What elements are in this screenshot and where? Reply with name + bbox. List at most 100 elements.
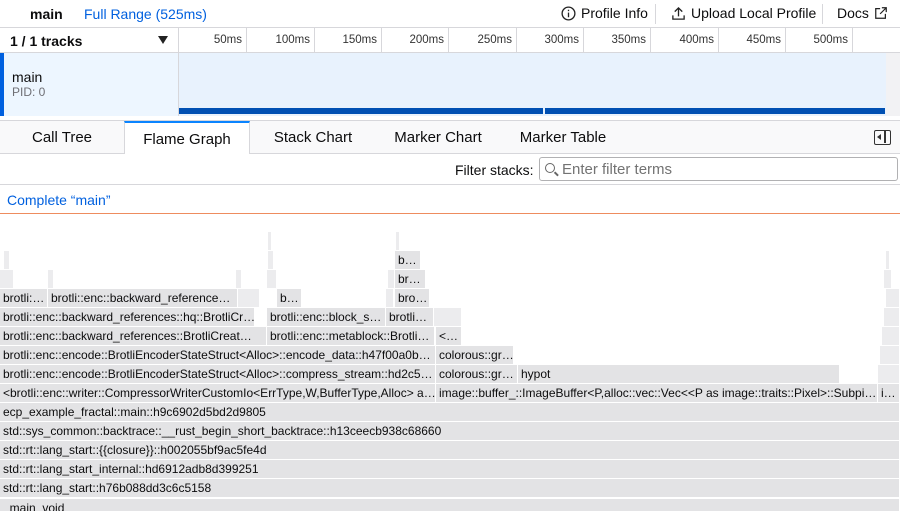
flame-frame[interactable]: br… (395, 270, 426, 288)
profile-info-label: Profile Info (581, 5, 648, 21)
tab-bar: Call Tree Flame Graph Stack Chart Marker… (0, 120, 900, 155)
search-icon (545, 163, 555, 173)
timeline-tick (852, 28, 853, 53)
external-link-icon (875, 7, 887, 19)
flame-frame[interactable]: ecp_example_fractal::main::h9c6902d5bd2d… (0, 403, 900, 421)
flame-frame[interactable]: std::rt::lang_start_internal::hd6912adb8… (0, 460, 900, 478)
upload-profile-label: Upload Local Profile (691, 5, 817, 21)
tab-marker-chart[interactable]: Marker Chart (376, 121, 500, 154)
tab-flame-graph[interactable]: Flame Graph (124, 121, 250, 155)
flame-frame[interactable] (268, 232, 272, 250)
flame-frame[interactable]: <brotli::enc::writer::CompressorWriterCu… (0, 384, 436, 402)
flame-frame[interactable] (882, 327, 900, 345)
filter-label: Filter stacks: (455, 162, 534, 178)
flame-frame[interactable]: colorous::gr… (436, 346, 514, 364)
flame-frame[interactable]: std::rt::lang_start::{{closure}}::h00205… (0, 441, 900, 459)
info-icon (561, 5, 576, 21)
flame-frame[interactable]: brotli::enc::encode::BrotliEncoderStateS… (0, 346, 436, 364)
track-row: main PID: 0 (0, 53, 900, 116)
track-activity-graph[interactable] (179, 53, 886, 116)
flame-frame[interactable]: brotli::enc::backward_references::hq::Br… (0, 308, 255, 326)
timeline-tick (448, 28, 449, 53)
flame-frame[interactable] (0, 270, 14, 288)
tab-marker-table[interactable]: Marker Table (500, 121, 626, 154)
upload-icon (672, 6, 685, 20)
flame-frame[interactable] (878, 365, 900, 383)
timeline-tick (583, 28, 584, 53)
flame-frame[interactable]: colorous::gr… (436, 365, 518, 383)
flame-frame[interactable]: bro… (395, 289, 430, 307)
docs-button[interactable]: Docs (837, 5, 888, 21)
flame-frame[interactable]: brotli::enc::block_s… (267, 308, 386, 326)
filter-input[interactable] (562, 159, 892, 179)
flame-frame[interactable]: i… (878, 384, 900, 402)
flame-frame[interactable] (268, 251, 274, 269)
flame-frame[interactable] (884, 308, 900, 326)
flame-frame[interactable]: _main_void (0, 499, 900, 511)
flame-frame[interactable]: b… (277, 289, 302, 307)
flame-frame[interactable] (4, 251, 10, 269)
tab-call-tree[interactable]: Call Tree (0, 121, 124, 154)
flame-frame[interactable] (48, 270, 54, 288)
tracks-selector[interactable]: 1 / 1 tracks (0, 28, 179, 53)
flame-frame[interactable]: b… (395, 251, 421, 269)
divider (822, 4, 823, 24)
flame-frame[interactable] (886, 289, 900, 307)
upload-profile-button[interactable]: Upload Local Profile (671, 5, 816, 21)
timeline-tick-label: 500ms (813, 34, 848, 46)
timeline-tick-label: 250ms (477, 34, 512, 46)
flame-frame[interactable] (880, 346, 900, 364)
flame-frame[interactable]: std::rt::lang_start::h76b088dd3c6c5158 (0, 479, 900, 497)
timeline-tick-label: 400ms (679, 34, 714, 46)
timeline-tick (650, 28, 651, 53)
flame-frame[interactable]: brotli::enc::encode::BrotliEncoderStateS… (0, 365, 436, 383)
flame-frame[interactable]: brotli… (386, 308, 434, 326)
flame-frame[interactable]: std::sys_common::backtrace::__rust_begin… (0, 422, 900, 440)
track-pid: PID: 0 (12, 85, 46, 99)
flame-frame[interactable]: brotli:… (0, 289, 48, 307)
activity-bar (545, 108, 885, 114)
timeline-tick-label: 100ms (275, 34, 310, 46)
flame-frame[interactable] (434, 308, 462, 326)
flame-frame[interactable] (886, 251, 890, 269)
timeline-tick-label: 450ms (746, 34, 781, 46)
timeline-tick (516, 28, 517, 53)
breadcrumb-root[interactable]: main (30, 6, 63, 22)
timeline-tick (785, 28, 786, 53)
flame-frame[interactable]: hypot (518, 365, 840, 383)
flame-frame[interactable] (267, 270, 277, 288)
timeline-header: 1 / 1 tracks 50ms 100ms 150ms 200ms 250ms 300… (0, 28, 900, 53)
timeline-tick-label: 300ms (544, 34, 579, 46)
flame-frame[interactable] (396, 232, 400, 250)
timeline-tick-label: 200ms (409, 34, 444, 46)
track-label[interactable]: main PID: 0 (0, 53, 179, 116)
flame-frame[interactable] (238, 289, 260, 307)
flame-frame[interactable]: brotli::enc::backward_reference… (48, 289, 238, 307)
sidebar-toggle-icon[interactable] (874, 130, 891, 145)
flame-frame[interactable]: brotli::enc::metablock::Brotli… (267, 327, 435, 345)
flame-breadcrumb-bar: Complete “main” (0, 185, 900, 214)
timeline-tick-label: 350ms (611, 34, 646, 46)
scrollbar[interactable] (886, 53, 900, 116)
profile-info-button[interactable]: Profile Info (561, 5, 648, 21)
flame-frame[interactable]: <… (436, 327, 462, 345)
flame-frame[interactable] (236, 270, 242, 288)
activity-bar (179, 108, 543, 114)
flame-frame[interactable] (884, 270, 892, 288)
timeline-tick (381, 28, 382, 53)
flame-frame[interactable]: brotli::enc::backward_references::Brotli… (0, 327, 267, 345)
filter-field[interactable] (539, 157, 898, 181)
chevron-down-icon (158, 36, 168, 44)
timeline-tick-label: 150ms (342, 34, 377, 46)
breadcrumb-range[interactable]: Full Range (525ms) (84, 6, 207, 22)
flame-frame[interactable] (388, 270, 395, 288)
flame-frame[interactable]: image::buffer_::ImageBuffer<P,alloc::vec… (436, 384, 878, 402)
timeline-tick-label: 50ms (213, 34, 242, 46)
breadcrumb[interactable]: Complete “main” (7, 192, 110, 208)
flame-frame[interactable] (386, 289, 394, 307)
tracks-count: 1 / 1 tracks (10, 33, 83, 49)
divider (655, 4, 656, 24)
top-bar: main Full Range (525ms) Profile Info Upl… (0, 0, 900, 28)
timeline-tick (314, 28, 315, 53)
tab-stack-chart[interactable]: Stack Chart (250, 121, 376, 154)
